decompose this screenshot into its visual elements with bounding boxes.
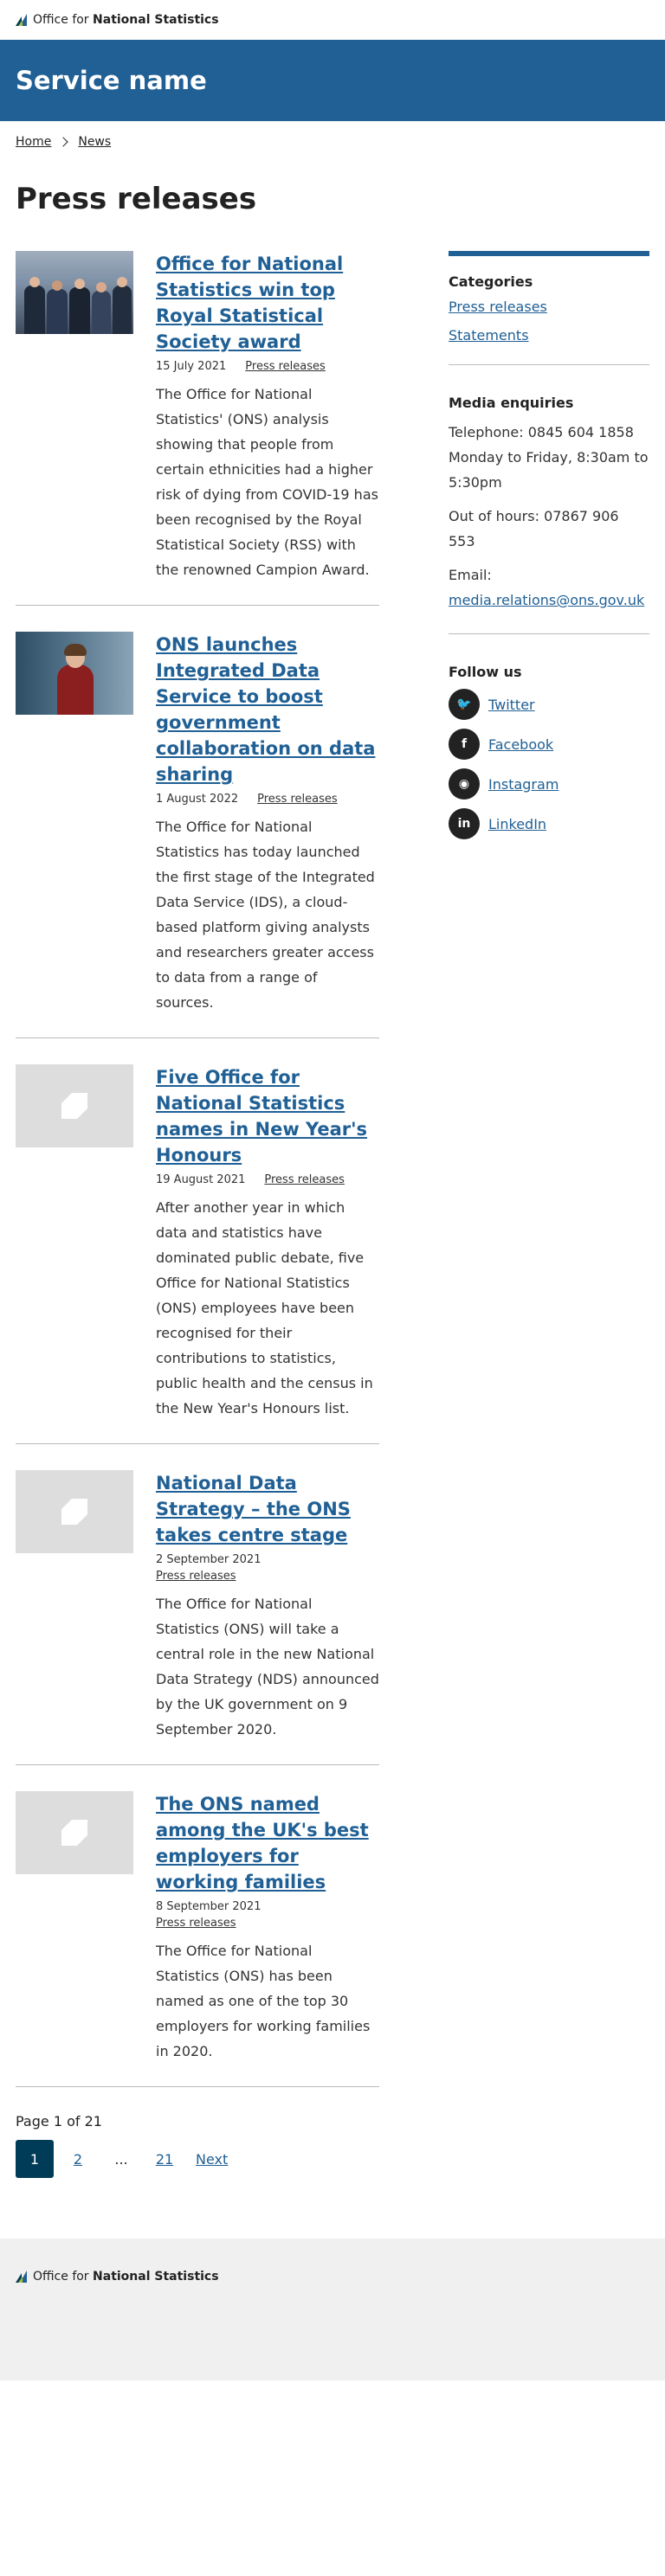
- article-description: The Office for National Statistics (ONS)…: [156, 1596, 379, 1738]
- page-link-2[interactable]: 2: [74, 2151, 82, 2168]
- article-description: The Office for National Statistics has t…: [156, 819, 375, 1011]
- article-title-link[interactable]: Office for National Statistics win top R…: [156, 254, 343, 352]
- article-date: 19 August 2021: [156, 1173, 246, 1186]
- article-category-link[interactable]: Press releases: [156, 1570, 379, 1583]
- article-category-link[interactable]: Press releases: [245, 360, 326, 373]
- next-page-link[interactable]: Next: [196, 2151, 228, 2168]
- image-placeholder-icon: [16, 1064, 133, 1147]
- linkedin-icon: in: [449, 808, 480, 839]
- page-current[interactable]: 1: [16, 2140, 54, 2178]
- article-description: After another year in which data and sta…: [156, 1199, 373, 1416]
- pagination-ellipsis: ...: [114, 2150, 128, 2168]
- social-twitter: 🐦 Twitter: [449, 689, 649, 720]
- article-date: 8 September 2021: [156, 1900, 261, 1913]
- article-date: 1 August 2022: [156, 793, 239, 806]
- follow-us-heading: Follow us: [449, 664, 522, 680]
- category-press-releases[interactable]: Press releases: [449, 299, 649, 315]
- twitter-icon: 🐦: [449, 689, 480, 720]
- page-title: Press releases: [16, 182, 257, 216]
- top-bar: Office for National Statistics: [0, 0, 665, 40]
- out-of-hours-text: Out of hours: 07867 906 553: [449, 508, 619, 549]
- email-label: Email:: [449, 567, 492, 583]
- breadcrumb-home[interactable]: Home: [16, 135, 51, 149]
- logo-text: Office for National Statistics: [33, 2270, 219, 2284]
- sidebar: Categories Press releases Statements Med…: [449, 251, 649, 2178]
- list-item: Five Office for National Statistics name…: [16, 1064, 379, 1444]
- social-linkedin: in LinkedIn: [449, 808, 649, 839]
- media-enquiries-heading: Media enquiries: [449, 395, 574, 411]
- divider: [449, 633, 649, 634]
- instagram-link[interactable]: Instagram: [488, 776, 558, 793]
- instagram-icon: ◉: [449, 768, 480, 800]
- list-item: The ONS named among the UK's best employ…: [16, 1791, 379, 2087]
- article-date: 2 September 2021: [156, 1553, 261, 1566]
- article-title-link[interactable]: National Data Strategy – the ONS takes c…: [156, 1473, 351, 1545]
- list-item: Office for National Statistics win top R…: [16, 251, 379, 606]
- article-title-link[interactable]: ONS launches Integrated Data Service to …: [156, 634, 375, 785]
- article-category-link[interactable]: Press releases: [156, 1917, 379, 1930]
- category-statements[interactable]: Statements: [449, 327, 649, 344]
- breadcrumb: Home News: [0, 135, 665, 149]
- chevron-right-icon: [58, 137, 69, 147]
- opening-hours-text: Monday to Friday, 8:30am to 5:30pm: [449, 449, 649, 491]
- social-instagram: ◉ Instagram: [449, 768, 649, 800]
- article-category-link[interactable]: Press releases: [257, 793, 338, 806]
- facebook-icon: f: [449, 729, 480, 760]
- image-placeholder-icon: [16, 1470, 133, 1553]
- pagination: 1 2 ... 21 Next: [16, 2140, 379, 2178]
- twitter-link[interactable]: Twitter: [488, 697, 535, 713]
- ons-logo[interactable]: Office for National Statistics: [16, 13, 219, 27]
- logo-text: Office for National Statistics: [33, 13, 219, 27]
- ons-logo-icon: [16, 14, 28, 26]
- page-link-last[interactable]: 21: [156, 2151, 173, 2168]
- social-facebook: f Facebook: [449, 729, 649, 760]
- divider: [449, 364, 649, 365]
- article-image: [16, 632, 133, 715]
- facebook-link[interactable]: Facebook: [488, 736, 553, 753]
- article-title-link[interactable]: The ONS named among the UK's best employ…: [156, 1794, 369, 1892]
- article-description: The Office for National Statistics' (ONS…: [156, 386, 378, 578]
- article-date: 15 July 2021: [156, 360, 227, 373]
- pagination-label: Page 1 of 21: [16, 2113, 102, 2130]
- linkedin-link[interactable]: LinkedIn: [488, 816, 546, 832]
- categories-heading: Categories: [449, 273, 533, 290]
- service-name[interactable]: Service name: [16, 66, 207, 95]
- article-category-link[interactable]: Press releases: [264, 1173, 345, 1186]
- ons-logo-icon: [16, 2271, 28, 2283]
- footer: Office for National Statistics: [0, 2239, 665, 2380]
- list-item: National Data Strategy – the ONS takes c…: [16, 1470, 379, 1765]
- list-item: ONS launches Integrated Data Service to …: [16, 632, 379, 1038]
- image-placeholder-icon: [16, 1791, 133, 1874]
- email-link[interactable]: media.relations@ons.gov.uk: [449, 592, 644, 608]
- article-description: The Office for National Statistics (ONS)…: [156, 1943, 371, 2059]
- telephone-text: Telephone: 0845 604 1858: [449, 424, 634, 440]
- article-title-link[interactable]: Five Office for National Statistics name…: [156, 1067, 367, 1166]
- service-header: Service name: [0, 40, 665, 121]
- article-image: [16, 251, 133, 334]
- footer-ons-logo[interactable]: Office for National Statistics: [16, 2270, 649, 2284]
- breadcrumb-news[interactable]: News: [78, 135, 111, 149]
- article-list: Office for National Statistics win top R…: [16, 251, 379, 2178]
